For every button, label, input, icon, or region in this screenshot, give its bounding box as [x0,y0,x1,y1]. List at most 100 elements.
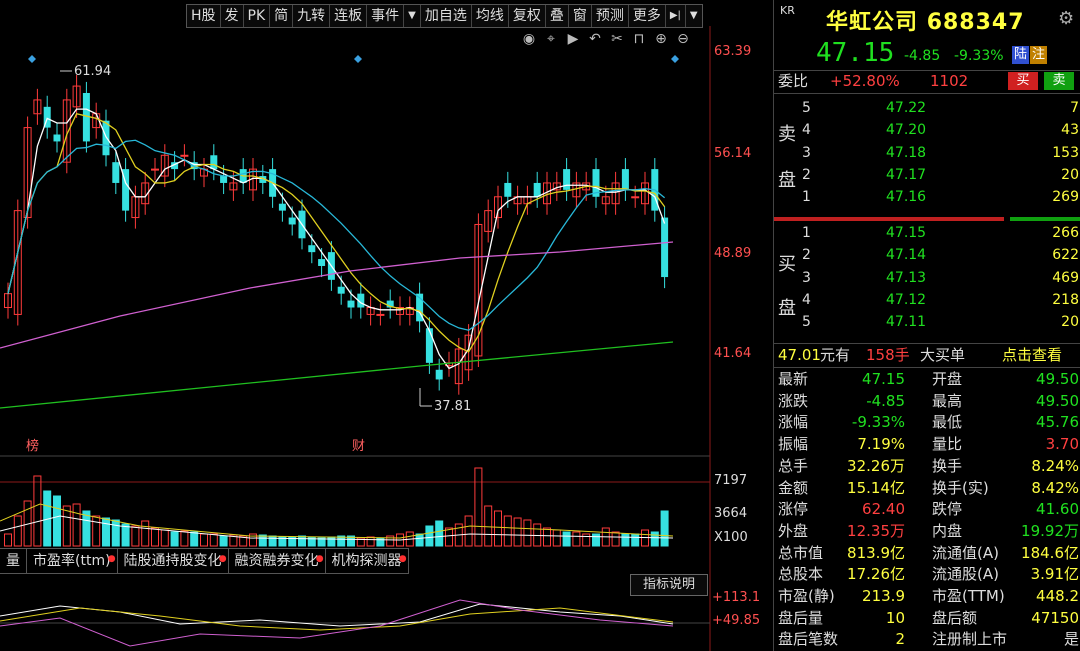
skip-icon[interactable]: ▶| [666,5,686,27]
big-order-qty: 158手 [866,346,910,364]
event-label-bang[interactable]: 榜 [26,438,39,454]
last-price: 47.15 [816,38,895,68]
toolbar-button[interactable]: 窗 [569,5,592,27]
sell-button[interactable]: 卖 [1044,72,1074,90]
bid-level-row[interactable]: 2 47.14 622 [774,244,1080,266]
bid-lvl: 2 [802,247,811,264]
indicator-tab[interactable]: 机构探测器 ● [326,549,409,573]
gear-icon[interactable]: ⚙ [1058,8,1074,29]
event-label-cai[interactable]: 财 [352,439,365,454]
candlestick[interactable] [425,328,433,363]
kr-badge: KR [780,4,795,17]
ask-level-row[interactable]: 4 47.20 43 [774,119,1080,141]
stat-label: 最高 [932,391,963,410]
stat-row: 盘后量 10 盘后额 47150 [774,607,1080,629]
volume-bar [151,527,159,547]
bid-level-row[interactable]: 1 47.15 266 [774,222,1080,244]
candlestick[interactable] [102,120,110,156]
volume-bar [209,533,218,547]
candlestick[interactable] [347,300,355,308]
indicator-tab[interactable]: 陆股通持股变化 ● [118,549,229,573]
ma60-line [0,241,674,349]
candlestick[interactable] [151,168,159,171]
toolbar-button[interactable]: 发 [221,5,244,27]
event-diamond-marker[interactable] [354,55,362,63]
ask-level-row[interactable]: 2 47.17 20 [774,164,1080,186]
volume-bar [631,533,640,547]
indicator-tab[interactable]: 市盈率(ttm) ● [27,549,118,573]
stat-label: 注册制上市 [932,630,1008,649]
bid-level-row[interactable]: 4 47.12 218 [774,289,1080,311]
event-diamond-marker[interactable] [671,55,679,63]
candlestick[interactable] [288,217,296,225]
toolbar-button[interactable]: H股 [187,5,221,27]
candlestick[interactable] [210,155,218,170]
candlestick[interactable] [621,169,629,190]
toolbar-button[interactable]: 简 [270,5,294,27]
toolbar-button[interactable]: 连板 [330,5,368,27]
volume-bar [611,531,620,547]
candlestick[interactable] [661,217,669,278]
big-order-row[interactable]: 47.01 元有 158手 大买单 点击查看 [774,344,1080,366]
candlestick[interactable] [180,154,189,157]
toolbar-button[interactable]: 九转 [293,5,331,27]
bid-level-row[interactable]: 3 47.13 469 [774,267,1080,289]
toolbar-button[interactable]: 预测 [592,5,629,27]
candlestick[interactable] [278,203,286,211]
stat-label: 市盈(TTM) [932,587,1005,605]
toolbar-button[interactable]: 事件 [367,5,405,27]
toolbar-button[interactable]: 均线 [472,5,509,27]
buy-button[interactable]: 买 [1008,72,1038,90]
stat-value: -9.33% [851,413,905,432]
stat-label: 盘后量 [778,608,824,627]
candlestick[interactable] [631,196,640,199]
volume-bar [92,515,101,547]
chart-toolbar: H股发 PK 简九转 连板 事件 ▼ 加自选 均线 复权叠窗预测 更多 ▶| ▼ [186,4,703,28]
volume-bar [131,525,140,547]
candlestick[interactable] [435,369,443,380]
stat-row: 涨跌 -4.85 最高 49.50 [774,390,1080,412]
stat-value: 47150 [1031,608,1079,627]
stat-value: 49.50 [1036,370,1079,388]
toolbar-button[interactable]: 叠 [546,5,569,27]
big-order-link[interactable]: 点击查看 [1002,344,1062,366]
stat-label: 内盘 [932,521,963,540]
ask-level-row[interactable]: 1 47.16 269 [774,186,1080,208]
volume-bar [621,533,630,547]
event-diamond-marker[interactable] [28,55,36,63]
toolbar-button[interactable]: 复权 [509,5,546,27]
price-axis-label: 56.14 [714,146,752,161]
indicator-tab[interactable]: 融资融券变化 ● [229,549,326,573]
big-order-text1: 元有 [820,346,851,364]
candlestick[interactable] [318,259,326,266]
stat-row: 涨幅 -9.33% 最低 45.76 [774,411,1080,433]
stat-value: 10 [885,608,905,627]
indicator-tab[interactable]: 量 [0,549,27,573]
candlestick[interactable] [112,162,120,183]
candlestick[interactable] [53,134,61,142]
candlestick[interactable] [376,313,385,316]
bid-lvl: 4 [802,291,811,308]
stock-title: 华虹公司 688347 [826,4,1025,36]
stat-value: 3.91亿 [1030,565,1079,584]
indicator-help-button[interactable]: 指标说明 [630,574,708,596]
bid-level-row[interactable]: 5 47.11 20 [774,311,1080,333]
dropdown-arrow-icon[interactable]: ▼ [404,5,421,27]
toolbar-button[interactable]: 加自选 [421,5,472,27]
toolbar-button[interactable]: PK [244,5,271,27]
stat-value: 47.15 [862,370,905,388]
stat-value: 448.2 [1036,587,1079,605]
candlestick[interactable] [504,182,512,197]
stat-label: 盘后笔数 [778,630,839,649]
ask-level-row[interactable]: 3 47.18 153 [774,142,1080,164]
ask-level-row[interactable]: 5 47.22 7 [774,97,1080,119]
candlestick[interactable] [533,182,541,197]
candlestick[interactable] [337,286,345,294]
candlestick[interactable] [563,169,571,190]
stat-value: 49.50 [1036,391,1079,410]
candlestick[interactable] [220,176,228,183]
ask-price: 47.18 [886,144,927,161]
toolbar-button[interactable]: 更多 [629,5,666,27]
candlestick[interactable] [308,245,316,253]
dropdown-arrow-icon[interactable]: ▼ [686,5,702,27]
